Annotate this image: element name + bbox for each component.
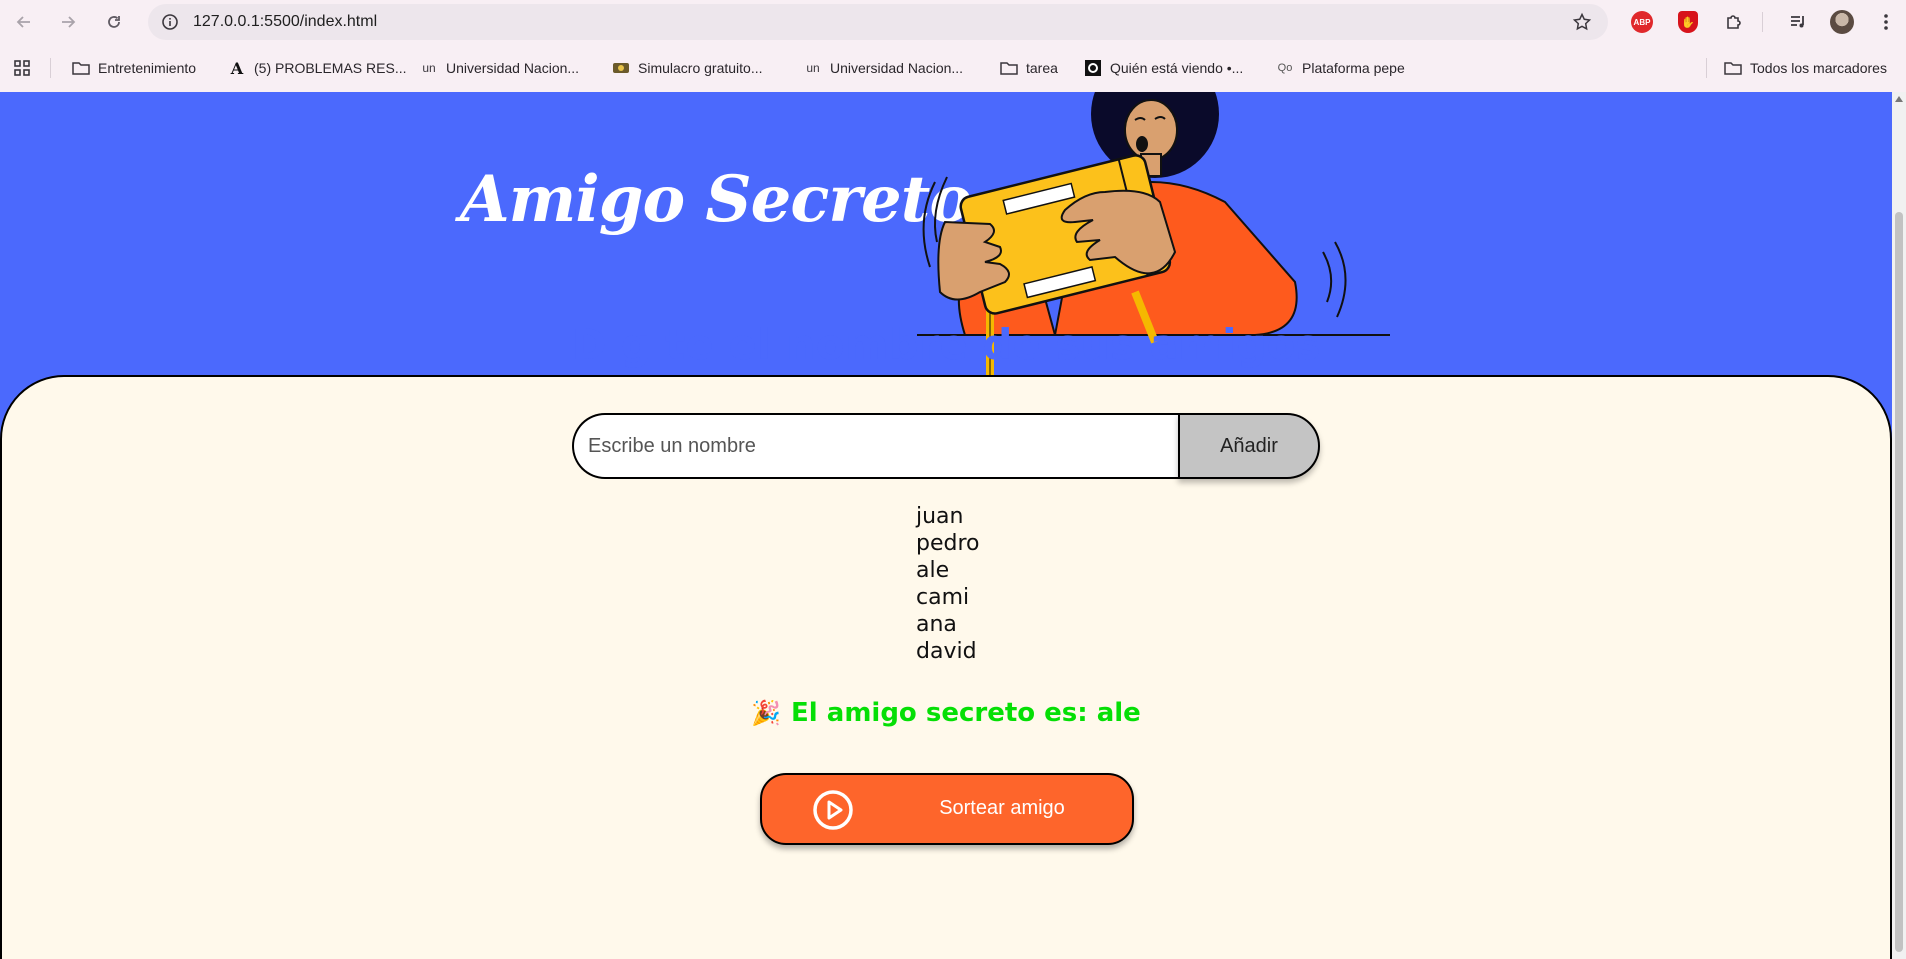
more-menu-icon[interactable] [1874,10,1898,34]
bookmark-label: Quién está viendo •... [1110,60,1244,76]
avatar-image [1830,10,1854,34]
bookmark-label: tarea [1026,60,1058,76]
result-text: El amigo secreto es: ale [791,698,1141,728]
list-item: pedro [916,531,980,556]
play-icon [813,790,853,830]
bookmarks-divider [50,58,51,78]
folder-icon [72,59,90,77]
media-queue-icon[interactable] [1786,10,1810,34]
reload-icon[interactable] [102,10,126,34]
bookmark-universidad-1[interactable]: un Universidad Nacion... [420,58,579,78]
bookmark-problemas[interactable]: A (5) PROBLEMAS RES... [228,58,407,78]
bookmark-universidad-2[interactable]: un Universidad Nacion... [804,58,963,78]
folder-icon [1724,59,1742,77]
apps-grid-icon[interactable] [12,58,32,78]
scrollbar-thumb[interactable] [1895,212,1903,952]
draw-button-label: Sortear amigo [939,797,1065,819]
friends-list: juan pedro ale cami ana david [916,503,980,665]
bookmark-label: Universidad Nacion... [830,60,964,76]
bookmark-star-icon[interactable] [1572,12,1592,32]
all-bookmarks-label: Todos los marcadores [1750,60,1887,76]
ublock-icon[interactable]: ✋ [1676,10,1700,34]
site-icon [1084,59,1102,77]
browser-toolbar: 127.0.0.1:5500/index.html ABP ✋ [0,0,1906,44]
list-item: juan [916,504,964,529]
name-input-container [572,413,1178,479]
list-item: david [916,639,977,664]
site-icon: Qo [1277,62,1293,74]
name-input[interactable] [588,415,1168,477]
toolbar-divider [1762,12,1763,32]
bookmark-quien-esta-viendo[interactable]: Quién está viendo •... [1084,58,1243,78]
list-item: ana [916,612,957,637]
bookmark-tarea[interactable]: tarea [1000,58,1058,78]
add-button[interactable]: Añadir [1178,413,1320,479]
hand-icon: ✋ [1678,11,1698,33]
list-item: ale [916,558,950,583]
profile-avatar[interactable] [1830,10,1854,34]
bookmark-label: Entretenimiento [98,60,197,76]
un-logo-icon: un [422,61,436,75]
page-title: Amigo Secreto [460,162,972,237]
party-popper-icon: 🎉 [751,699,782,727]
page-scrollbar[interactable] [1892,92,1906,959]
bookmark-label: Plataforma pepe [1302,60,1405,76]
url-text[interactable]: 127.0.0.1:5500/index.html [193,13,377,31]
adblock-plus-icon[interactable]: ABP [1630,10,1654,34]
bookmark-label: Simulacro gratuito... [638,60,763,76]
extensions-puzzle-icon[interactable] [1722,10,1746,34]
folder-icon [1000,59,1018,77]
back-icon[interactable] [12,10,36,34]
bookmark-label: Universidad Nacion... [446,60,580,76]
bookmark-entretenimiento[interactable]: Entretenimiento [72,58,196,78]
scroll-up-arrow-icon[interactable] [1895,96,1903,102]
all-bookmarks[interactable]: Todos los marcadores [1724,58,1887,78]
bookmarks-divider [1706,58,1707,78]
address-bar[interactable]: 127.0.0.1:5500/index.html [148,4,1608,40]
bookmark-plataforma-pepe[interactable]: Qo Plataforma pepe [1276,58,1405,78]
bookmark-label: (5) PROBLEMAS RES... [254,60,407,76]
bookmark-simulacro[interactable]: Simulacro gratuito... [612,58,763,78]
draw-friend-button[interactable]: Sortear amigo [760,773,1134,845]
bookmarks-bar: Entretenimiento A (5) PROBLEMAS RES... u… [0,44,1906,92]
list-item: cami [916,585,970,610]
forward-icon[interactable] [56,10,80,34]
result-message: 🎉 El amigo secreto es: ale [0,698,1892,728]
site-info-icon[interactable] [160,12,180,32]
letter-a-icon: A [230,58,244,78]
section-heading: Digite el nombre de sus amigos [571,320,1321,369]
un-logo-icon: un [806,61,820,75]
site-icon [612,59,630,77]
